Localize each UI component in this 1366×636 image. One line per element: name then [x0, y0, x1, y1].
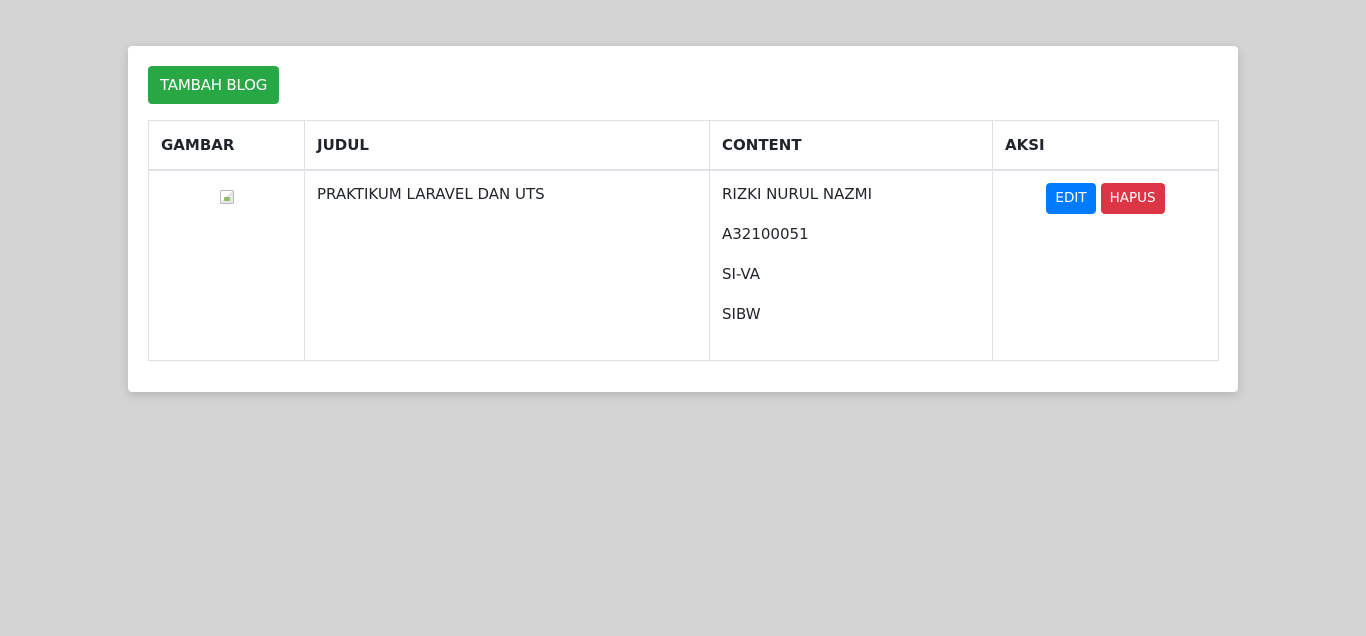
column-header-gambar: GAMBAR — [148, 120, 305, 171]
column-header-judul: JUDUL — [304, 120, 710, 171]
judul-cell: PRAKTIKUM LARAVEL DAN UTS — [304, 169, 710, 361]
table-header-row: GAMBAR JUDUL CONTENT AKSI — [148, 120, 1219, 171]
content-line: RIZKI NURUL NAZMI — [722, 185, 872, 203]
actions-cell: EDIT HAPUS — [992, 169, 1219, 361]
add-blog-button[interactable]: TAMBAH BLOG — [148, 66, 280, 104]
image-cell — [148, 169, 305, 361]
content-line: SIBW — [722, 305, 761, 323]
blog-title: PRAKTIKUM LARAVEL DAN UTS — [317, 185, 545, 203]
column-header-aksi: AKSI — [992, 120, 1219, 171]
edit-button[interactable]: EDIT — [1046, 183, 1096, 214]
content-cell: RIZKI NURUL NAZMI A32100051 SI-VA SIBW — [709, 169, 993, 361]
column-header-content: CONTENT — [709, 120, 993, 171]
table-row: PRAKTIKUM LARAVEL DAN UTS RIZKI NURUL NA… — [148, 169, 1219, 361]
delete-button[interactable]: HAPUS — [1100, 183, 1165, 214]
blog-card: TAMBAH BLOG GAMBAR JUDUL CONTENT AKSI PR… — [128, 46, 1238, 392]
content-line: A32100051 — [722, 225, 809, 243]
content-line: SI-VA — [722, 265, 761, 283]
broken-image-icon — [219, 190, 234, 204]
blog-table: GAMBAR JUDUL CONTENT AKSI PRAKTIKUM LARA… — [148, 120, 1219, 361]
